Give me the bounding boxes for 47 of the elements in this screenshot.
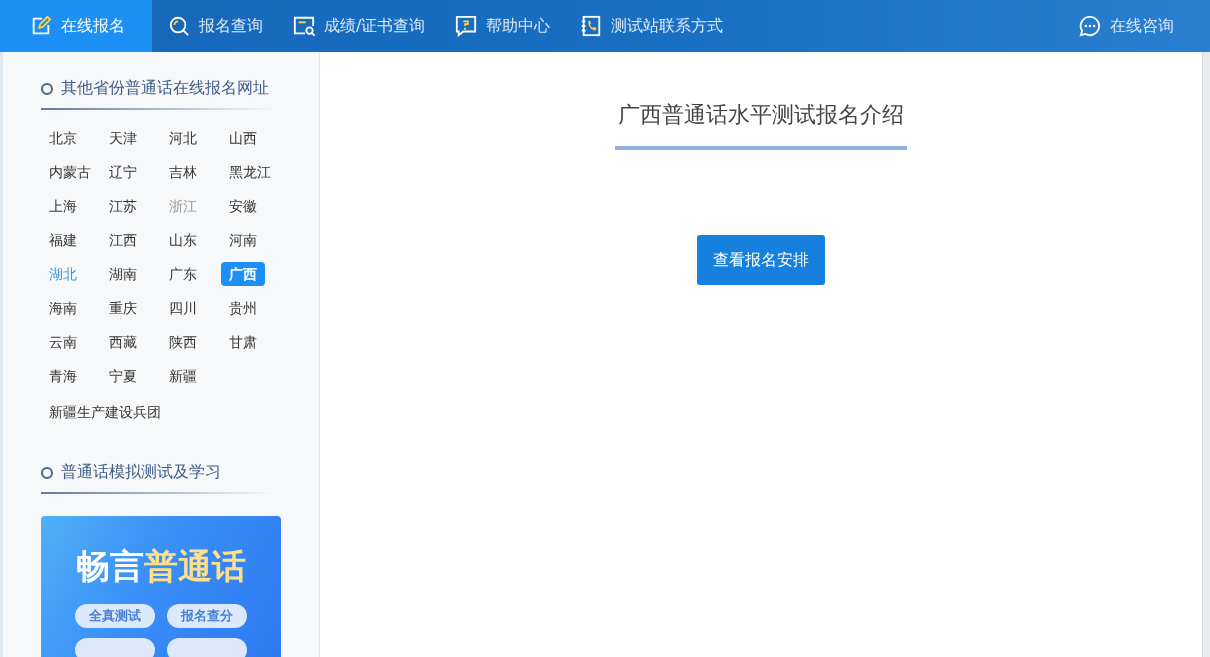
page-title: 广西普通话水平测试报名介绍 xyxy=(618,101,904,129)
province-link[interactable]: 山东 xyxy=(167,228,199,252)
section-title: 普通话模拟测试及学习 xyxy=(41,462,273,494)
province-link[interactable]: 四川 xyxy=(167,296,199,320)
province-link[interactable]: 重庆 xyxy=(107,296,139,320)
province-link[interactable]: 山西 xyxy=(227,126,259,150)
document-search-icon xyxy=(293,15,315,37)
province-link[interactable]: 海南 xyxy=(47,296,79,320)
province-link[interactable]: 天津 xyxy=(107,126,139,150)
province-link[interactable]: 新疆 xyxy=(167,364,199,388)
province-link[interactable]: 云南 xyxy=(47,330,79,354)
province-link[interactable]: 甘肃 xyxy=(227,330,259,354)
province-link[interactable]: 江西 xyxy=(107,228,139,252)
chat-bubble-icon xyxy=(1079,15,1101,37)
province-link[interactable]: 吉林 xyxy=(167,160,199,184)
pencil-icon xyxy=(30,15,52,37)
province-link[interactable]: 西藏 xyxy=(107,330,139,354)
province-link[interactable]: 辽宁 xyxy=(107,160,139,184)
province-link[interactable]: 江苏 xyxy=(107,194,139,218)
phone-book-icon xyxy=(580,15,603,37)
province-link[interactable]: 河北 xyxy=(167,126,199,150)
province-link[interactable]: 上海 xyxy=(47,194,79,218)
province-link[interactable]: 河南 xyxy=(227,228,259,252)
province-link[interactable]: 北京 xyxy=(47,126,79,150)
province-link[interactable]: 黑龙江 xyxy=(227,160,273,184)
province-link[interactable]: 贵州 xyxy=(227,296,259,320)
province-link[interactable]: 青海 xyxy=(47,364,79,388)
province-link[interactable]: 内蒙古 xyxy=(47,160,93,184)
province-link[interactable]: 广东 xyxy=(167,262,199,286)
question-bubble-icon xyxy=(455,15,478,37)
province-link[interactable]: 陕西 xyxy=(167,330,199,354)
online-consult-link[interactable]: 在线咨询 xyxy=(1065,0,1208,52)
nav-tab[interactable]: 成绩/证书查询 xyxy=(279,0,440,52)
nav-tab[interactable]: 报名查询 xyxy=(154,0,277,52)
nav-tab[interactable]: 帮助中心 xyxy=(441,0,565,52)
province-link[interactable]: 湖南 xyxy=(107,262,139,286)
province-link[interactable]: 安徽 xyxy=(227,194,259,218)
province-link[interactable]: 福建 xyxy=(47,228,79,252)
province-link[interactable]: 新疆生产建设兵团 xyxy=(49,404,161,420)
nav-tab[interactable]: 测试站联系方式 xyxy=(566,0,738,52)
section-title: 其他省份普通话在线报名网址 xyxy=(41,78,273,110)
banner-tag[interactable] xyxy=(167,638,247,657)
banner-title: 畅言普通话 xyxy=(75,545,247,588)
banner-tag[interactable] xyxy=(75,638,155,657)
view-schedule-button[interactable]: 查看报名安排 xyxy=(697,235,825,285)
province-link[interactable]: 宁夏 xyxy=(107,364,139,388)
search-icon xyxy=(168,15,190,37)
